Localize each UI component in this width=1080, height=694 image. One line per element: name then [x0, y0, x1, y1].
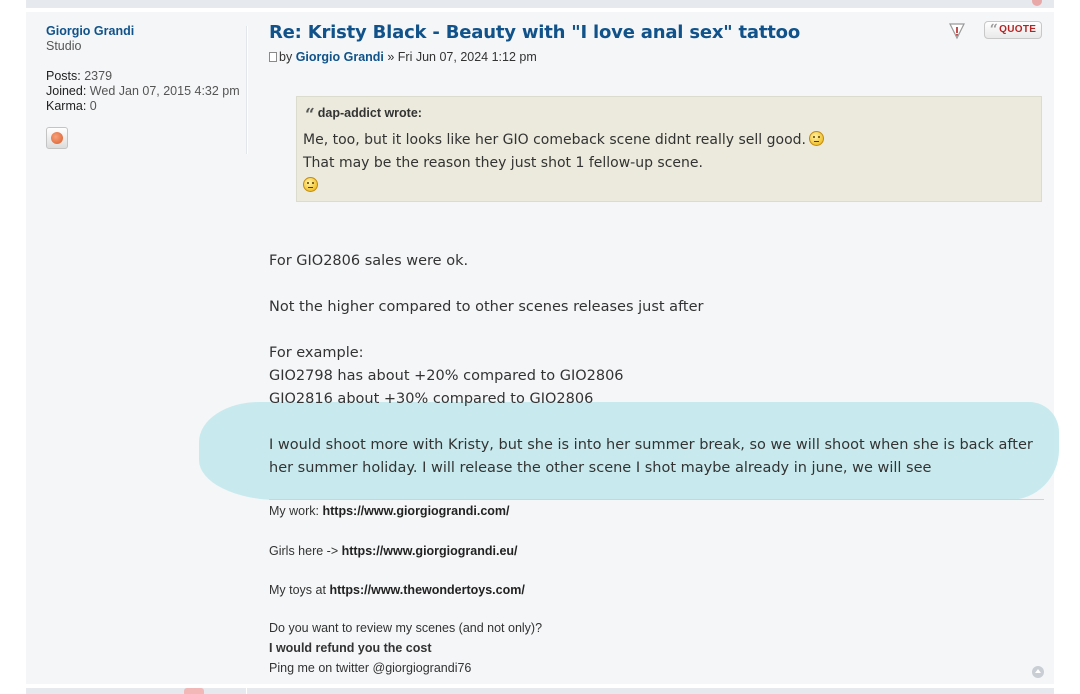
post-container: Giorgio Grandi Studio Posts: 2379 Joined… [26, 12, 1059, 684]
signature-divider [269, 499, 1044, 500]
quote-smiley-line [303, 175, 1033, 198]
profile-username[interactable]: Giorgio Grandi [46, 24, 246, 39]
signature: My work: https://www.giorgiograndi.com/ … [269, 501, 1044, 678]
sig-refund: I would refund you the cost [269, 641, 432, 655]
paragraph: I would shoot more with Kristy, but she … [269, 437, 1033, 476]
post-icon[interactable] [269, 52, 277, 62]
karma-value: 0 [89, 99, 97, 113]
quote-line: That may be the reason they just shot 1 … [303, 155, 703, 171]
next-post-divider [246, 688, 247, 694]
post-date: » Fri Jun 07, 2024 1:12 pm [387, 50, 537, 64]
profile-joined: Joined: Wed Jan 07, 2015 4:32 pm [46, 84, 246, 99]
sig-work-link[interactable]: https://www.giorgiograndi.com/ [322, 504, 509, 518]
paragraph: For example: [269, 345, 364, 361]
sig-work-label: My work: [269, 504, 323, 518]
sig-toys-label: My toys at [269, 583, 330, 597]
quote-line: Me, too, but it looks like her GIO comeb… [303, 129, 1033, 152]
sig-girls-label: Girls here -> [269, 544, 342, 558]
sig-girls: Girls here -> https://www.giorgiograndi.… [269, 541, 1044, 561]
quote-line-1: Me, too, but it looks like her GIO comeb… [303, 132, 807, 148]
post-content: For GIO2806 sales were ok. Not the highe… [269, 250, 1044, 480]
sig-toys-link[interactable]: https://www.thewondertoys.com/ [329, 583, 524, 597]
paragraph: GIO2816 about +30% compared to GIO2806 [269, 391, 594, 407]
confused-smiley-icon [809, 131, 825, 146]
quote-icon: “ [989, 22, 999, 38]
paragraph: GIO2798 has about +20% compared to GIO28… [269, 368, 624, 384]
profile-karma: Karma: 0 [46, 99, 246, 114]
post-title[interactable]: Re: Kristy Black - Beauty with "I love a… [269, 22, 800, 43]
next-post-marker [184, 688, 204, 694]
posts-value[interactable]: 2379 [84, 69, 112, 83]
website-icon[interactable] [46, 127, 68, 149]
quote-icon: “ [305, 105, 315, 125]
quote-block: “dap-addict wrote: Me, too, but it looks… [296, 96, 1042, 202]
sig-toys: My toys at https://www.thewondertoys.com… [269, 580, 1044, 600]
previous-post-footer [26, 0, 1054, 8]
quote-cite: “dap-addict wrote: [305, 105, 1033, 125]
profile-posts: Posts: 2379 [46, 69, 246, 84]
post-author[interactable]: Giorgio Grandi [296, 50, 384, 64]
joined-value: Wed Jan 07, 2015 4:32 pm [89, 84, 240, 98]
sig-twitter: Ping me on twitter @giorgiograndi76 [269, 661, 472, 675]
profile-divider [247, 26, 248, 154]
back-to-top-icon[interactable] [1032, 0, 1042, 6]
paragraph: Not the higher compared to other scenes … [269, 299, 704, 315]
karma-label: Karma: [46, 99, 87, 113]
quote-button[interactable]: “QUOTE [984, 21, 1042, 39]
sig-work: My work: https://www.giorgiograndi.com/ [269, 501, 1044, 521]
joined-label: Joined: [46, 84, 87, 98]
profile-rank: Studio [46, 39, 82, 53]
paragraph: For GIO2806 sales were ok. [269, 253, 469, 269]
post-profile: Giorgio Grandi Studio Posts: 2379 Joined… [46, 24, 246, 114]
confused-smiley-icon [303, 177, 318, 192]
post-author-line: by Giorgio Grandi » Fri Jun 07, 2024 1:1… [269, 50, 537, 64]
sig-girls-link[interactable]: https://www.giorgiograndi.eu/ [342, 544, 518, 558]
next-post-header [26, 688, 1054, 694]
by-prefix: by [279, 50, 293, 64]
warning-icon[interactable] [948, 22, 966, 40]
sig-review: Do you want to review my scenes (and not… [269, 621, 543, 635]
posts-label: Posts: [46, 69, 81, 83]
quote-cite-text: dap-addict wrote: [317, 106, 422, 120]
quote-button-label: QUOTE [999, 24, 1037, 35]
back-to-top-icon[interactable] [1032, 666, 1044, 678]
